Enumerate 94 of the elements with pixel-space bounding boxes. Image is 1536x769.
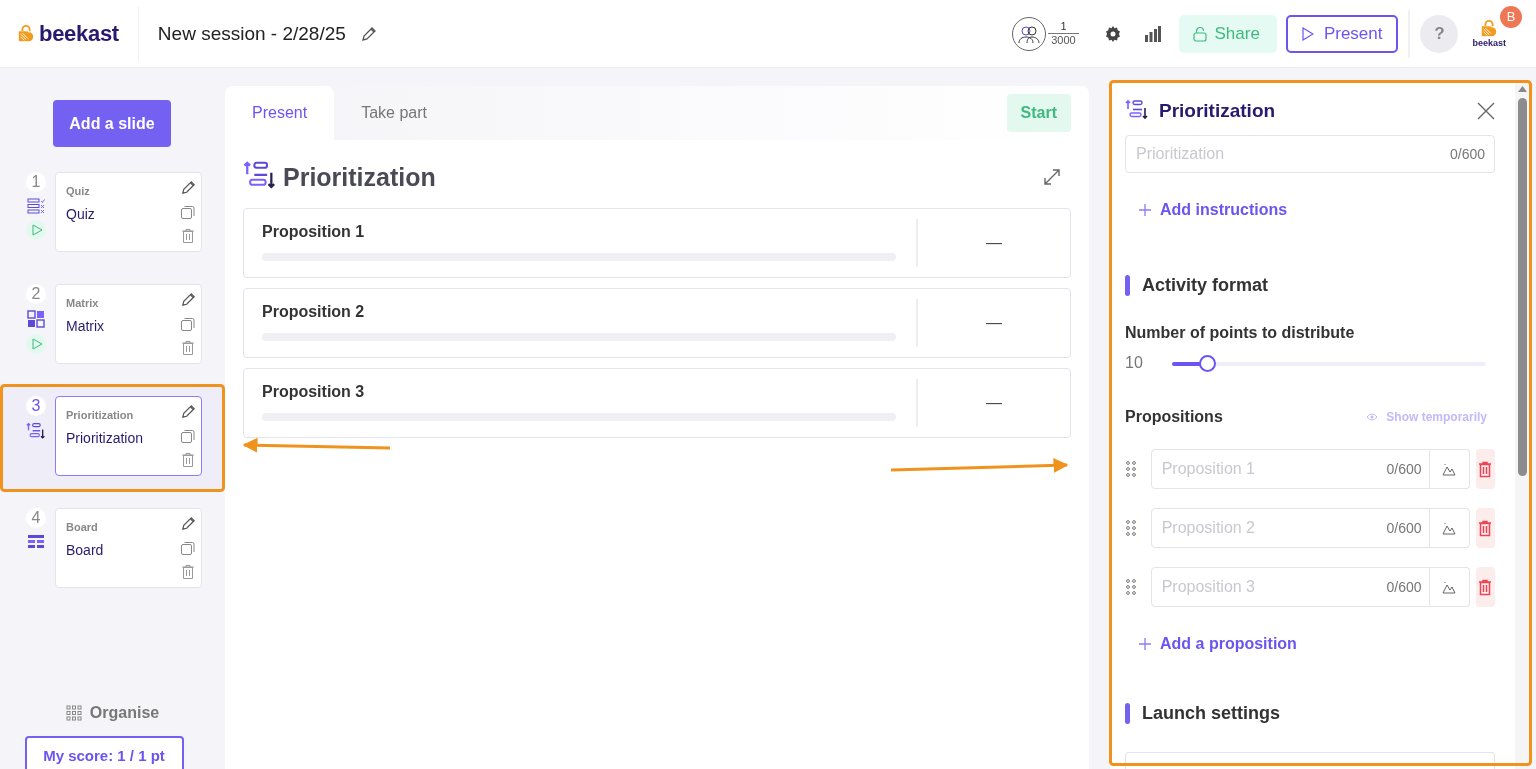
image-icon	[1442, 521, 1457, 535]
character-counter: 0/600	[1449, 146, 1485, 162]
board-icon	[27, 534, 45, 550]
avatar-badge[interactable]: B	[1500, 5, 1522, 28]
scroll-up-icon[interactable]	[1518, 86, 1527, 92]
result-value: —	[986, 394, 1002, 412]
slide-type: Prioritization	[66, 409, 135, 421]
copy-icon[interactable]	[180, 204, 196, 220]
slider-thumb[interactable]	[1198, 354, 1216, 372]
view-tab[interactable]: Present	[225, 86, 335, 140]
slide-title: Board	[66, 542, 104, 558]
copy-icon[interactable]	[180, 316, 196, 332]
pencil-icon[interactable]	[179, 179, 197, 196]
help-button[interactable]: ?	[1420, 14, 1459, 53]
image-icon	[1442, 462, 1457, 476]
slide-type: Matrix	[66, 297, 100, 309]
slide-card[interactable]: Quiz Quiz	[55, 172, 202, 252]
present-button[interactable]: Present	[1285, 14, 1399, 53]
sort-list-icon	[26, 422, 46, 442]
slide-card[interactable]: Board Board	[55, 508, 202, 588]
section-marker	[1125, 275, 1130, 296]
section-heading: Launch settings	[1142, 703, 1280, 724]
slide-type: Quiz	[66, 185, 91, 197]
proposition-label: Proposition 2	[262, 303, 366, 321]
drag-handle-icon[interactable]	[1125, 579, 1136, 595]
participant-limit: 3000	[1051, 34, 1076, 47]
logo-icon	[1480, 19, 1499, 38]
delete-button[interactable]	[1475, 508, 1495, 548]
plus-icon	[1138, 203, 1152, 217]
add-image-button[interactable]	[1429, 508, 1470, 548]
slide-title: Quiz	[66, 206, 95, 222]
expand-icon[interactable]	[1043, 168, 1061, 186]
section-heading: Activity format	[1142, 275, 1269, 296]
copy-icon[interactable]	[180, 428, 196, 444]
section-marker	[1125, 703, 1130, 724]
pencil-icon[interactable]	[179, 515, 197, 532]
brand-name[interactable]: beekast	[39, 20, 119, 47]
pencil-icon[interactable]	[179, 403, 197, 420]
pencil-icon[interactable]	[179, 291, 197, 308]
panel-title: Prioritization	[1159, 100, 1277, 122]
proposition-label: Proposition 1	[262, 223, 366, 241]
proposition-label: Proposition 3	[262, 383, 366, 401]
close-icon[interactable]	[1477, 102, 1495, 120]
add-slide-button[interactable]: Add a slide	[53, 100, 171, 147]
lock-icon	[1192, 25, 1207, 42]
result-value: —	[986, 314, 1002, 332]
grid-icon[interactable]	[65, 705, 82, 721]
delete-button[interactable]	[1475, 449, 1495, 489]
view-tab[interactable]: Take part	[334, 86, 454, 140]
points-label: Number of points to distribute	[1125, 324, 1356, 342]
character-counter: 0/600	[1386, 520, 1422, 536]
add-instructions-link[interactable]: Add instructions	[1160, 201, 1288, 219]
propositions-heading: Propositions	[1125, 408, 1223, 426]
participant-count: 1	[1048, 20, 1079, 34]
trash-icon	[1478, 578, 1493, 596]
play-icon	[1301, 26, 1314, 41]
trash-icon[interactable]	[181, 340, 195, 356]
activity-title: Prioritization	[283, 162, 436, 192]
drag-handle-icon[interactable]	[1125, 461, 1136, 477]
image-icon	[1442, 580, 1457, 594]
bar-chart-icon[interactable]	[1144, 25, 1161, 42]
trash-icon	[1478, 519, 1493, 537]
add-image-button[interactable]	[1429, 567, 1470, 607]
trash-icon	[1478, 460, 1493, 478]
delete-button[interactable]	[1475, 567, 1495, 607]
add-image-button[interactable]	[1429, 449, 1470, 489]
character-counter: 0/600	[1386, 461, 1422, 477]
score-button[interactable]: My score: 1 / 1 pt	[24, 736, 184, 769]
slide-card[interactable]: Matrix Matrix	[55, 284, 202, 364]
slide-title: Matrix	[66, 318, 105, 334]
slide-number: 1	[26, 172, 46, 192]
trash-icon[interactable]	[181, 228, 195, 244]
plus-icon	[1138, 637, 1152, 651]
quiz-list-icon	[27, 198, 45, 214]
trash-icon[interactable]	[181, 452, 195, 468]
result-value: —	[986, 234, 1002, 252]
slide-card[interactable]: Prioritization Prioritization	[55, 396, 202, 476]
slide-type: Board	[66, 521, 99, 533]
eye-icon	[1366, 413, 1379, 421]
trash-icon[interactable]	[181, 564, 195, 580]
slide-number: 4	[26, 508, 46, 528]
slide-number: 3	[26, 396, 46, 416]
organise-link[interactable]: Organise	[89, 704, 160, 722]
slide-number: 2	[26, 284, 46, 304]
session-title: New session - 2/28/25	[157, 22, 346, 45]
slide-title: Prioritization	[66, 430, 144, 446]
copy-icon[interactable]	[180, 540, 196, 556]
add-proposition-link[interactable]: Add a proposition	[1160, 635, 1297, 653]
logo-icon	[17, 24, 35, 43]
points-value: 10	[1125, 354, 1143, 372]
settings-icon[interactable]	[1104, 25, 1121, 42]
drag-handle-icon[interactable]	[1125, 520, 1136, 536]
matrix-grid-icon	[27, 310, 45, 328]
character-counter: 0/600	[1386, 579, 1422, 595]
